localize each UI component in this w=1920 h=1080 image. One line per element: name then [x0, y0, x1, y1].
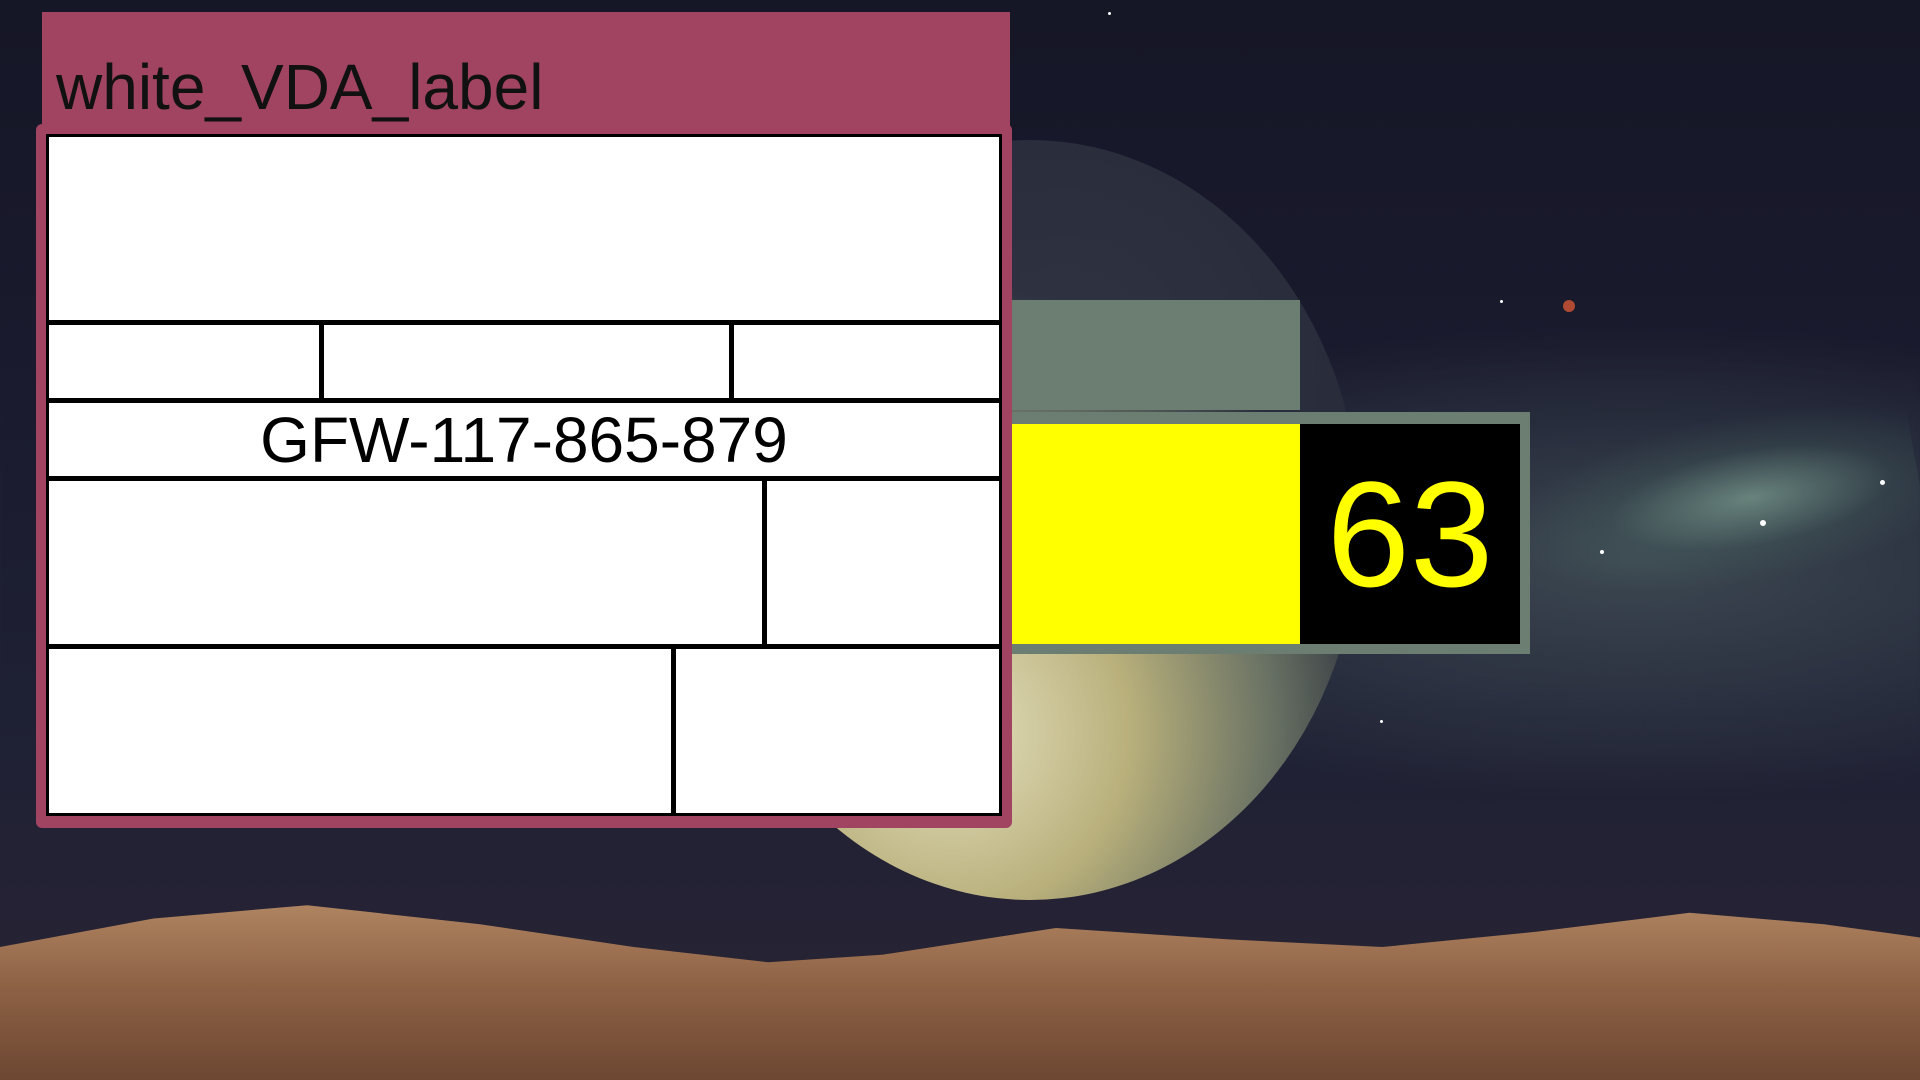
- label-row-4: [49, 481, 999, 649]
- label-cell: [324, 325, 734, 398]
- label-row-2: [49, 325, 999, 403]
- front-window-title: white_VDA_label: [56, 51, 544, 123]
- wallpaper-star: [1108, 12, 1111, 15]
- wallpaper-star: [1600, 550, 1604, 554]
- vda-label-table: GFW-117-865-879: [46, 134, 1002, 816]
- back-window-number-badge: 63: [1300, 424, 1520, 644]
- label-code-cell: GFW-117-865-879: [49, 403, 999, 476]
- label-cell: [49, 481, 767, 644]
- label-cell: [49, 137, 999, 320]
- label-cell: [49, 325, 324, 398]
- wallpaper-star: [1500, 300, 1503, 303]
- wallpaper-galaxy: [1488, 384, 1920, 626]
- label-cell: [676, 649, 999, 813]
- label-row-5: [49, 649, 999, 813]
- front-label-window[interactable]: white_VDA_label GFW-117-865-879: [36, 12, 1012, 828]
- label-row-1: [49, 137, 999, 325]
- label-row-3: GFW-117-865-879: [49, 403, 999, 481]
- badge-number: 63: [1326, 449, 1494, 618]
- wallpaper-small-moon: [1563, 300, 1575, 312]
- wallpaper-star: [1380, 720, 1383, 723]
- front-window-body: GFW-117-865-879: [36, 124, 1012, 828]
- label-cell: [49, 649, 676, 813]
- label-code-text: GFW-117-865-879: [260, 403, 788, 476]
- front-window-titlebar[interactable]: white_VDA_label: [42, 12, 1010, 134]
- label-cell: [767, 481, 999, 644]
- wallpaper-star: [1880, 480, 1885, 485]
- label-cell: [734, 325, 999, 398]
- wallpaper-star: [1760, 520, 1766, 526]
- wallpaper-dunes: [0, 905, 1920, 1080]
